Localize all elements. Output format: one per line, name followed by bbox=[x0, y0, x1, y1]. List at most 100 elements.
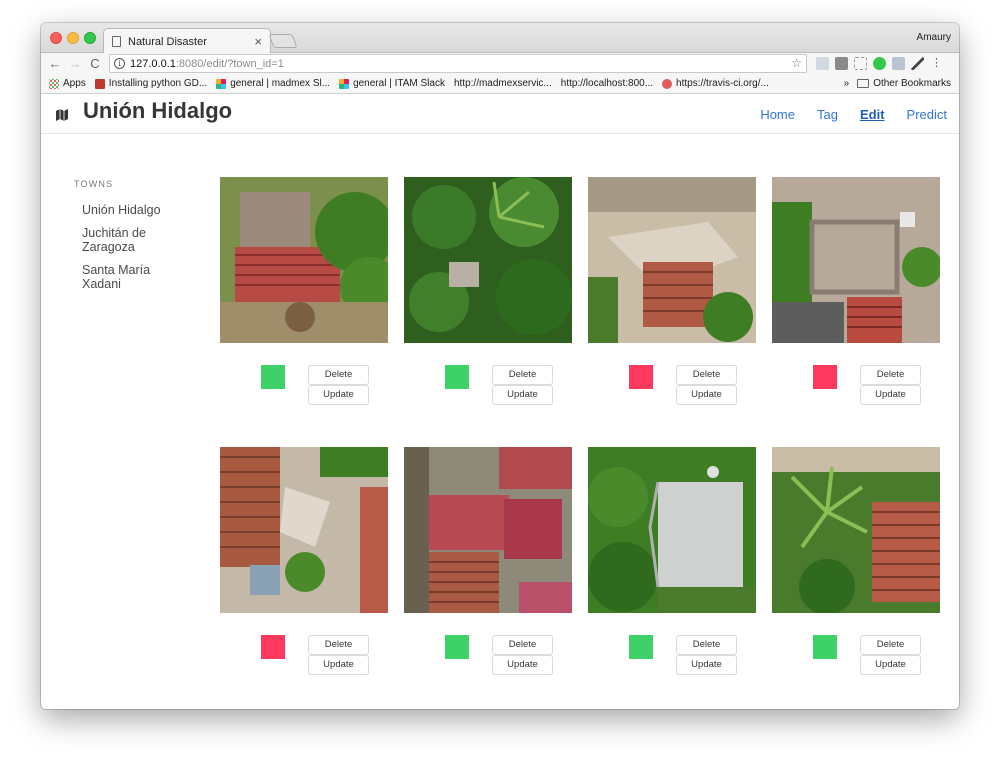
aerial-photo bbox=[404, 447, 572, 613]
update-button[interactable]: Update bbox=[860, 385, 921, 405]
aerial-photo bbox=[220, 447, 388, 613]
bookmark-favicon bbox=[94, 78, 105, 89]
bookmark-star-icon[interactable]: ☆ bbox=[791, 56, 802, 70]
bookmark-label: general | ITAM Slack bbox=[353, 78, 445, 89]
close-window-button[interactable] bbox=[50, 32, 62, 44]
aerial-photo bbox=[220, 177, 400, 343]
page-title[interactable]: Unión Hidalgo bbox=[83, 98, 232, 124]
image-card: Delete Update bbox=[772, 447, 940, 675]
sidebar-heading: TOWNS bbox=[74, 179, 114, 189]
page-icon bbox=[112, 36, 121, 47]
extension-icon[interactable] bbox=[816, 57, 829, 70]
bookmark-item[interactable]: general | ITAM Slack bbox=[339, 78, 445, 89]
status-indicator bbox=[813, 365, 837, 389]
bookmark-label: https://travis-ci.org/... bbox=[676, 78, 769, 89]
url-path: :8080/edit/?town_id=1 bbox=[175, 57, 284, 70]
bookmark-item[interactable]: http://madmexservic... bbox=[41, 78, 552, 709]
sidebar-item-union-hidalgo[interactable]: Unión Hidalgo bbox=[82, 203, 192, 217]
profile-name[interactable]: Amaury bbox=[917, 32, 951, 43]
info-icon[interactable]: i bbox=[114, 58, 125, 69]
travis-icon bbox=[662, 78, 673, 89]
menu-dots-icon[interactable]: ⋮ bbox=[930, 57, 943, 70]
status-indicator bbox=[261, 365, 285, 389]
minimize-window-button[interactable] bbox=[67, 32, 79, 44]
chevron-double-right-icon[interactable]: » bbox=[844, 78, 850, 89]
status-indicator bbox=[445, 635, 469, 659]
zoom-window-button[interactable] bbox=[84, 32, 96, 44]
eyedropper-icon[interactable] bbox=[911, 57, 924, 70]
update-button[interactable]: Update bbox=[860, 655, 921, 675]
status-indicator bbox=[445, 365, 469, 389]
folder-icon bbox=[857, 79, 870, 88]
bookmark-label: Apps bbox=[63, 78, 86, 89]
bookmark-item[interactable]: https://travis-ci.org/... bbox=[662, 78, 769, 89]
bookmark-label: Installing python GD... bbox=[108, 78, 208, 89]
apps-icon bbox=[49, 78, 59, 89]
status-indicator bbox=[629, 635, 653, 659]
image-card: Delete Update bbox=[220, 447, 388, 675]
other-bookmarks-label[interactable]: Other Bookmarks bbox=[873, 78, 951, 89]
bookmark-item[interactable]: general | madmex Sl... bbox=[216, 78, 330, 89]
aerial-photo bbox=[772, 177, 942, 343]
image-card: Delete Update bbox=[404, 447, 572, 675]
delete-button[interactable]: Delete bbox=[676, 635, 737, 655]
slack-icon bbox=[216, 78, 227, 89]
reload-icon[interactable]: C bbox=[85, 56, 105, 71]
image-card: Delete Update bbox=[220, 177, 400, 405]
aerial-photo bbox=[404, 177, 572, 343]
bookmark-label: general | madmex Sl... bbox=[230, 78, 331, 89]
page-content: Unión Hidalgo Home Tag Edit Predict TOWN… bbox=[41, 94, 959, 709]
browser-window: Natural Disaster × Amaury ← → C i 127.0.… bbox=[41, 23, 959, 709]
bookmarks-overflow[interactable]: » Other Bookmarks bbox=[844, 78, 951, 89]
extension-icon[interactable] bbox=[854, 57, 867, 70]
main-menu: Home Tag Edit Predict bbox=[760, 107, 947, 122]
back-arrow-icon[interactable]: ← bbox=[45, 56, 65, 71]
nav-home[interactable]: Home bbox=[760, 107, 795, 122]
new-tab-button[interactable] bbox=[268, 34, 298, 48]
aerial-photo bbox=[588, 177, 756, 343]
delete-button[interactable]: Delete bbox=[308, 365, 369, 385]
delete-button[interactable]: Delete bbox=[492, 635, 553, 655]
nav-tag[interactable]: Tag bbox=[817, 107, 838, 122]
url-host: 127.0.0.1 bbox=[130, 57, 176, 70]
grammarly-icon[interactable] bbox=[873, 57, 886, 70]
delete-button[interactable]: Delete bbox=[308, 635, 369, 655]
browser-toolbar: ← → C i 127.0.0.1:8080/edit/?town_id=1 ☆… bbox=[41, 53, 959, 74]
bookmark-apps[interactable]: Apps bbox=[49, 78, 86, 89]
extension-icons: ⋮ bbox=[816, 57, 943, 70]
update-button[interactable]: Update bbox=[492, 385, 553, 405]
status-indicator bbox=[629, 365, 653, 389]
tab-strip: Natural Disaster × Amaury bbox=[41, 23, 959, 54]
delete-button[interactable]: Delete bbox=[860, 365, 921, 385]
bookmark-item[interactable]: http://localhost:800... bbox=[41, 78, 654, 709]
address-bar[interactable]: i 127.0.0.1:8080/edit/?town_id=1 ☆ bbox=[109, 54, 807, 73]
update-button[interactable]: Update bbox=[308, 385, 369, 405]
update-button[interactable]: Update bbox=[492, 655, 553, 675]
delete-button[interactable]: Delete bbox=[860, 635, 921, 655]
bookmark-item[interactable]: Installing python GD... bbox=[94, 78, 208, 89]
tab-close-icon[interactable]: × bbox=[254, 34, 262, 49]
image-icon[interactable] bbox=[892, 57, 905, 70]
extension-icon[interactable] bbox=[835, 57, 848, 70]
image-card: Delete Update bbox=[772, 177, 942, 405]
sidebar-item-xadani[interactable]: Santa María Xadani bbox=[82, 263, 192, 291]
sidebar-item-juchitan[interactable]: Juchitán de Zaragoza bbox=[82, 226, 192, 254]
status-indicator bbox=[813, 635, 837, 659]
update-button[interactable]: Update bbox=[676, 655, 737, 675]
site-navbar: Unión Hidalgo Home Tag Edit Predict bbox=[41, 94, 959, 134]
forward-arrow-icon[interactable]: → bbox=[65, 56, 85, 71]
update-button[interactable]: Update bbox=[308, 655, 369, 675]
towns-list: Unión Hidalgo Juchitán de Zaragoza Santa… bbox=[74, 203, 224, 291]
nav-edit[interactable]: Edit bbox=[860, 107, 885, 122]
browser-tab[interactable]: Natural Disaster × bbox=[103, 28, 271, 54]
bookmark-label: http://localhost:800... bbox=[560, 78, 654, 89]
aerial-photo bbox=[772, 447, 940, 615]
slack-icon bbox=[339, 78, 350, 89]
delete-button[interactable]: Delete bbox=[676, 365, 737, 385]
update-button[interactable]: Update bbox=[676, 385, 737, 405]
bookmarks-bar: Apps Installing python GD... general | m… bbox=[41, 74, 959, 709]
image-card: Delete Update bbox=[588, 177, 756, 405]
nav-predict[interactable]: Predict bbox=[907, 107, 947, 122]
delete-button[interactable]: Delete bbox=[492, 365, 553, 385]
towns-sidebar: TOWNS Unión Hidalgo Juchitán de Zaragoza… bbox=[74, 179, 224, 300]
